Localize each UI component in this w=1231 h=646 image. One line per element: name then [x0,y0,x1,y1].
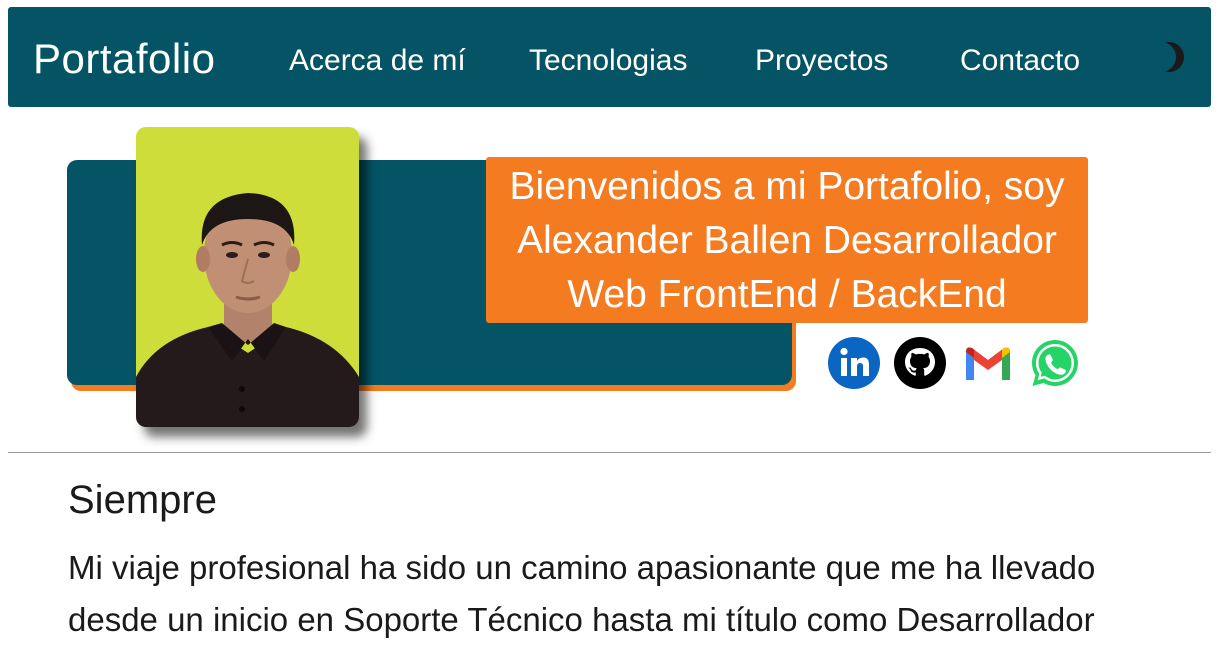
whatsapp-icon [1032,340,1078,386]
moon-icon [1146,42,1184,72]
gmail-icon [966,347,1010,380]
github-link[interactable] [893,336,947,390]
gmail-link[interactable] [961,336,1015,390]
nav-link-technologies[interactable]: Tecnologias [529,43,687,79]
nav-link-about[interactable]: Acerca de mí [289,43,466,79]
linkedin-link[interactable] [827,336,881,390]
whatsapp-link[interactable] [1028,336,1082,390]
github-icon [894,337,946,389]
theme-toggle-button[interactable] [1146,41,1187,73]
nav-link-contact[interactable]: Contacto [960,43,1080,79]
about-paragraph: Mi viaje profesional ha sido un camino a… [68,549,1096,638]
brand-title[interactable]: Portafolio [33,35,215,83]
nav-link-projects[interactable]: Proyectos [755,43,888,79]
welcome-heading: Bienvenidos a mi Portafolio, soy Alexand… [486,157,1088,323]
welcome-line: Bienvenidos a mi Portafolio, soy [509,165,1065,208]
navbar: Portafolio Acerca de mí Tecnologias Proy… [8,7,1211,107]
section-divider [8,452,1211,453]
welcome-line: Alexander Ballen Desarrollador [517,219,1057,262]
profile-photo [136,127,359,427]
welcome-line: Web FrontEnd / BackEnd [567,273,1007,316]
linkedin-icon [828,337,880,389]
section-title: Siempre [68,478,217,522]
